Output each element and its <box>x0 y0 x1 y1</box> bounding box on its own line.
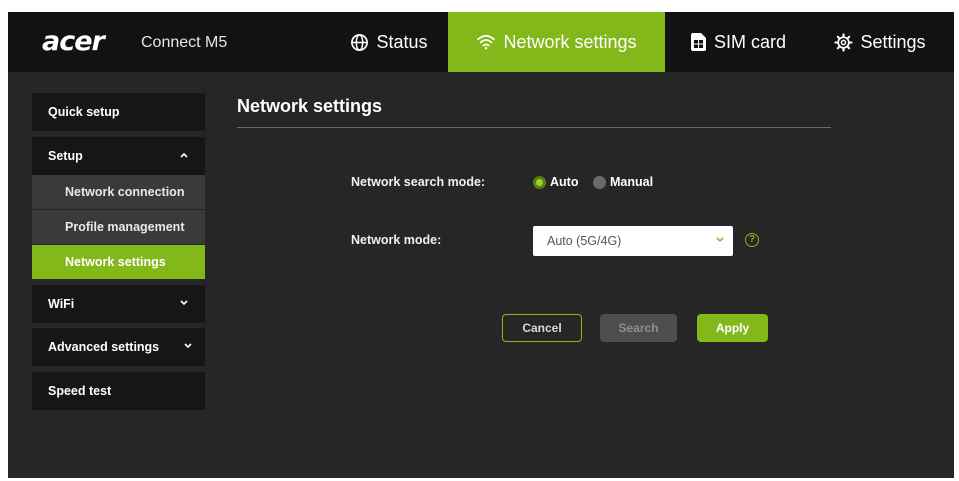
radio-auto-label: Auto <box>550 175 579 189</box>
chevron-down-icon <box>184 343 192 349</box>
tab-status[interactable]: Status <box>333 12 445 72</box>
network-mode-select[interactable]: Auto (5G/4G) <box>533 226 733 256</box>
sidebar-subitem-label: Profile management <box>65 220 185 234</box>
tab-status-label: Status <box>376 31 428 52</box>
wifi-icon <box>477 34 496 50</box>
tab-sim-card[interactable]: SIM card <box>673 12 803 72</box>
chevron-down-icon <box>180 300 188 306</box>
sidebar-subitem-label: Network connection <box>65 185 185 199</box>
chevron-down-icon <box>716 237 724 243</box>
page-title: Network settings <box>237 96 383 116</box>
radio-manual[interactable]: Manual <box>593 175 653 189</box>
help-icon[interactable]: ? <box>745 233 759 247</box>
sidebar-item-label: Advanced settings <box>48 340 160 354</box>
title-divider <box>237 127 831 128</box>
sidebar-item-label: Setup <box>48 149 83 163</box>
tab-settings[interactable]: Settings <box>816 12 944 72</box>
globe-icon <box>351 33 369 51</box>
sidebar-subitem-label: Network settings <box>65 255 166 269</box>
sidebar-item-setup[interactable]: Setup <box>32 137 205 175</box>
chevron-up-icon <box>180 152 188 158</box>
sidebar-item-label: WiFi <box>48 297 75 311</box>
gear-icon <box>834 32 854 52</box>
sidebar-item-speed-test[interactable]: Speed test <box>32 372 205 410</box>
radio-checked-icon <box>533 175 546 189</box>
sidebar-subitem-network-connection[interactable]: Network connection <box>32 175 205 209</box>
sidebar-item-quick-setup[interactable]: Quick setup <box>32 93 205 131</box>
top-bar: acer Connect M5 Status Network settings <box>8 12 954 72</box>
tab-sim-card-label: SIM card <box>713 31 787 52</box>
search-mode-label: Network search mode: <box>351 175 486 189</box>
radio-auto[interactable]: Auto <box>533 175 578 189</box>
sidebar-item-label: Quick setup <box>48 105 120 119</box>
search-button[interactable]: Search <box>600 314 677 342</box>
product-name: Connect M5 <box>141 34 228 51</box>
sidebar-subitem-profile-management[interactable]: Profile management <box>32 210 205 244</box>
brand-logo: acer <box>42 26 105 57</box>
apply-button[interactable]: Apply <box>697 314 768 342</box>
sim-card-icon <box>690 33 706 51</box>
tab-settings-label: Settings <box>860 31 926 52</box>
network-mode-value: Auto (5G/4G) <box>547 234 622 248</box>
app-window: acer Connect M5 Status Network settings <box>8 12 954 478</box>
cancel-button[interactable]: Cancel <box>502 314 582 342</box>
radio-manual-label: Manual <box>610 175 654 189</box>
sidebar-item-advanced-settings[interactable]: Advanced settings <box>32 328 205 366</box>
network-mode-label: Network mode: <box>351 233 442 247</box>
tab-network-settings-label: Network settings <box>503 31 637 52</box>
tab-network-settings[interactable]: Network settings <box>448 12 665 72</box>
sidebar-item-label: Speed test <box>48 384 112 398</box>
radio-unchecked-icon <box>593 175 606 189</box>
sidebar-item-wifi[interactable]: WiFi <box>32 285 205 323</box>
sidebar-subitem-network-settings[interactable]: Network settings <box>32 245 205 279</box>
